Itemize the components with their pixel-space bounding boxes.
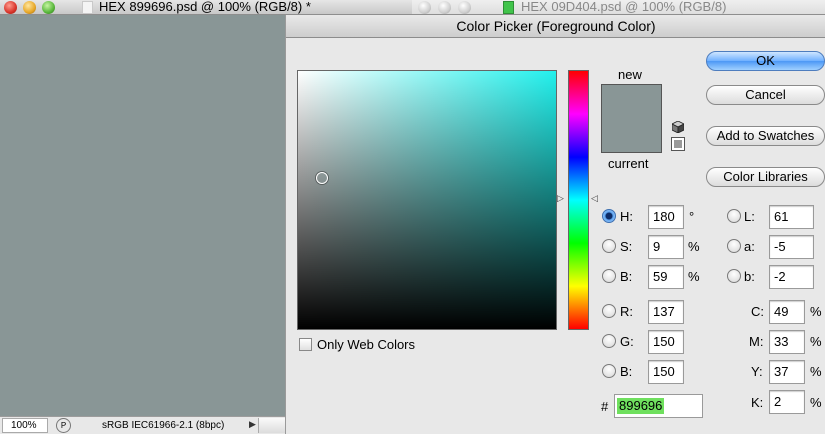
blue-field[interactable]: 150	[648, 360, 684, 384]
dialog-title: Color Picker (Foreground Color)	[286, 15, 825, 38]
yellow-label: Y:	[751, 364, 763, 379]
cyan-unit: %	[810, 304, 822, 319]
hex-field[interactable]: 899696	[614, 394, 703, 418]
magenta-unit: %	[810, 334, 822, 349]
document-title: HEX 899696.psd @ 100% (RGB/8) *	[99, 0, 311, 14]
hue-slider-left-arrow-icon[interactable]: ▷	[557, 193, 564, 204]
zoom-field[interactable]: 100%	[2, 418, 48, 433]
cyan-label: C:	[751, 304, 764, 319]
proof-icon[interactable]: P	[56, 418, 71, 433]
minimize-icon[interactable]	[23, 1, 36, 14]
cyan-field[interactable]: 49	[769, 300, 805, 324]
color-field-cursor[interactable]	[316, 172, 328, 184]
ok-button[interactable]: OK	[706, 51, 825, 71]
color-comparison-swatch	[601, 84, 662, 153]
red-field[interactable]: 137	[648, 300, 684, 324]
hue-unit: °	[689, 209, 695, 224]
black-label: K:	[751, 395, 764, 410]
new-label: new	[618, 67, 642, 82]
b-channel-radio[interactable]	[727, 269, 741, 283]
hue-label: H:	[620, 209, 633, 224]
a-channel-label: a:	[744, 239, 755, 254]
websafe-icon[interactable]	[671, 137, 685, 151]
brightness-label: B:	[620, 269, 633, 284]
hue-field[interactable]: 180	[648, 205, 684, 229]
yellow-unit: %	[810, 364, 822, 379]
green-label: G:	[620, 334, 634, 349]
current-color-swatch[interactable]	[602, 119, 661, 152]
color-field[interactable]	[297, 70, 557, 330]
zoom-icon[interactable]	[458, 1, 471, 14]
only-web-colors-checkbox[interactable]	[299, 338, 312, 351]
only-web-colors-label: Only Web Colors	[317, 337, 416, 352]
status-menu-icon[interactable]: ▶	[249, 419, 256, 430]
saturation-field[interactable]: 9	[648, 235, 684, 259]
status-bar: 100% P sRGB IEC61966-2.1 (8bpc) ▶	[0, 416, 290, 434]
green-field[interactable]: 150	[648, 330, 684, 354]
b-channel-field[interactable]: -2	[769, 265, 814, 289]
lightness-label: L:	[744, 209, 755, 224]
lightness-field[interactable]: 61	[769, 205, 814, 229]
minimize-icon[interactable]	[438, 1, 451, 14]
current-label: current	[608, 156, 649, 171]
red-label: R:	[620, 304, 633, 319]
blue-label: B:	[620, 364, 633, 379]
document-icon	[82, 1, 93, 14]
a-channel-radio[interactable]	[727, 239, 741, 253]
new-color-swatch	[602, 85, 661, 119]
black-field[interactable]: 2	[769, 390, 805, 414]
green-radio[interactable]	[602, 334, 616, 348]
blue-radio[interactable]	[602, 364, 616, 378]
red-radio[interactable]	[602, 304, 616, 318]
brightness-unit: %	[688, 269, 700, 284]
zoom-icon[interactable]	[42, 1, 55, 14]
document-title: HEX 09D404.psd @ 100% (RGB/8)	[521, 0, 727, 14]
saturation-radio[interactable]	[602, 239, 616, 253]
black-unit: %	[810, 395, 822, 410]
yellow-field[interactable]: 37	[769, 360, 805, 384]
doc-window-titlebar-2[interactable]: HEX 09D404.psd @ 100% (RGB/8)	[412, 0, 825, 15]
hue-radio[interactable]	[602, 209, 616, 223]
color-profile-text: sRGB IEC61966-2.1 (8bpc)	[102, 420, 225, 431]
hex-hash-label: #	[601, 399, 609, 414]
magenta-label: M:	[749, 334, 764, 349]
hue-slider[interactable]	[568, 70, 589, 330]
saturation-label: S:	[620, 239, 633, 254]
cube-icon[interactable]	[672, 121, 684, 133]
add-to-swatches-button[interactable]: Add to Swatches	[706, 126, 825, 146]
document-icon	[503, 1, 514, 14]
magenta-field[interactable]: 33	[769, 330, 805, 354]
saturation-unit: %	[688, 239, 700, 254]
color-libraries-button[interactable]: Color Libraries	[706, 167, 825, 187]
hex-value: 899696	[617, 398, 665, 414]
doc-window-titlebar[interactable]: HEX 899696.psd @ 100% (RGB/8) *	[0, 0, 412, 15]
b-channel-label: b:	[744, 269, 755, 284]
brightness-field[interactable]: 59	[648, 265, 684, 289]
close-icon[interactable]	[418, 1, 431, 14]
cancel-button[interactable]: Cancel	[706, 85, 825, 105]
a-channel-field[interactable]: -5	[769, 235, 814, 259]
brightness-radio[interactable]	[602, 269, 616, 283]
color-picker-dialog: Color Picker (Foreground Color) ▷ ◁ new …	[285, 15, 825, 434]
close-icon[interactable]	[4, 1, 17, 14]
hue-slider-right-arrow-icon[interactable]: ◁	[591, 193, 598, 204]
lightness-radio[interactable]	[727, 209, 741, 223]
